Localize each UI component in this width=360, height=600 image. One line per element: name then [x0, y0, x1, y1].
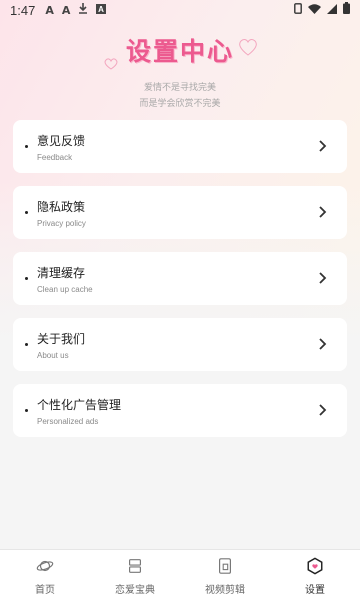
bottom-navigation: 首页 恋爱宝典 视频剪辑 设置: [0, 549, 360, 600]
page-title-text: 设置中心: [125, 37, 234, 66]
sim-icon: [294, 2, 302, 18]
svg-text:A: A: [98, 5, 104, 14]
battery-icon: [343, 2, 350, 18]
menu-item-clear-cache[interactable]: 清理缓存 Clean up cache: [13, 252, 347, 305]
menu-item-subtitle: Clean up cache: [37, 285, 93, 294]
menu-item-title: 隐私政策: [37, 200, 86, 214]
nav-label: 设置: [305, 585, 325, 596]
menu-item-subtitle: Personalized ads: [37, 417, 99, 426]
menu-item-title: 个性化广告管理: [37, 398, 122, 412]
menu-item-title: 意见反馈: [37, 134, 86, 148]
heart-decoration-icon: [104, 58, 118, 70]
menu-item-privacy-policy[interactable]: 隐私政策 Privacy policy: [13, 186, 347, 239]
menu-item-title: 清理缓存: [37, 266, 86, 280]
heart-decoration-icon: [239, 38, 257, 56]
menu-item-subtitle: About us: [37, 351, 69, 360]
signal-icon: [327, 3, 337, 18]
planet-icon: [36, 560, 54, 572]
settings-hex-icon: [307, 557, 323, 575]
slogan-line-1: 爱情不是寻找完美: [143, 83, 216, 93]
nav-item-video-edit[interactable]: 视频剪辑: [180, 550, 270, 600]
chevron-right-icon: [319, 206, 327, 218]
menu-item-subtitle: Privacy policy: [37, 219, 86, 228]
font-a-icon: A: [61, 3, 71, 17]
nav-item-settings[interactable]: 设置: [270, 550, 360, 600]
font-box-icon: A: [96, 3, 107, 17]
chevron-right-icon: [319, 272, 327, 284]
menu-item-feedback[interactable]: 意见反馈 Feedback: [13, 120, 347, 173]
page-title: 设置中心: [104, 32, 257, 70]
bullet-dot: [25, 145, 28, 148]
chevron-right-icon: [319, 404, 327, 416]
book-icon: [129, 559, 141, 573]
nav-item-home[interactable]: 首页: [0, 550, 90, 600]
status-bar: 1:47 A A A: [0, 0, 360, 20]
slogan-line-2: 而是学会欣赏不完美: [139, 99, 221, 109]
menu-item-subtitle: Feedback: [37, 153, 73, 162]
nav-label: 恋爱宝典: [115, 585, 155, 596]
bullet-dot: [25, 211, 28, 214]
video-edit-icon: [219, 558, 231, 574]
nav-label: 首页: [35, 585, 55, 596]
download-icon: [78, 3, 88, 17]
nav-item-love-guide[interactable]: 恋爱宝典: [90, 550, 180, 600]
chevron-right-icon: [319, 140, 327, 152]
wifi-icon: [308, 3, 321, 18]
hero-section: 设置中心 爱情不是寻找完美 而是学会欣赏不完美: [0, 22, 360, 112]
menu-item-personalized-ads[interactable]: 个性化广告管理 Personalized ads: [13, 384, 347, 437]
nav-label: 视频剪辑: [205, 585, 245, 596]
status-time: 1:47: [10, 2, 36, 18]
bullet-dot: [25, 277, 28, 280]
menu-item-title: 关于我们: [37, 332, 86, 346]
menu-item-about-us[interactable]: 关于我们 About us: [13, 318, 347, 371]
chevron-right-icon: [319, 338, 327, 350]
bullet-dot: [25, 409, 28, 412]
font-a-icon: A: [45, 3, 54, 17]
bullet-dot: [25, 343, 28, 346]
